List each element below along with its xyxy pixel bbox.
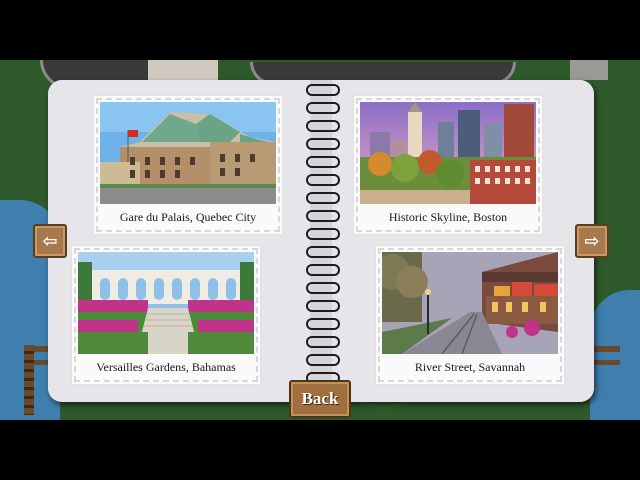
postcard-river-street[interactable]: River Street, Savannah: [376, 246, 564, 384]
next-page-button[interactable]: ⇨: [575, 224, 609, 258]
building: [570, 60, 608, 80]
postcard-photo: [382, 252, 558, 354]
spiral-ring: [306, 156, 340, 168]
postcard-quebec[interactable]: Gare du Palais, Quebec City: [94, 96, 282, 234]
spiral-ring: [306, 174, 340, 186]
spiral-ring: [306, 264, 340, 276]
letterbox-top: [0, 0, 640, 60]
postcard-caption: Gare du Palais, Quebec City: [119, 210, 257, 224]
spiral-ring: [306, 192, 340, 204]
spiral-ring: [306, 300, 340, 312]
back-button[interactable]: Back: [289, 380, 351, 418]
postcard-boston[interactable]: Historic Skyline, Boston: [354, 96, 542, 234]
right-arrow-icon: ⇨: [584, 230, 600, 252]
spiral-ring: [306, 210, 340, 222]
left-arrow-icon: ⇦: [42, 230, 58, 252]
postcard-photo: [100, 102, 276, 204]
postcard-album: Gare du Palais, Quebec City Historic Sky…: [48, 80, 594, 402]
spiral-ring: [306, 84, 340, 96]
letterbox-bottom: [0, 420, 640, 480]
postcard-photo: [78, 252, 254, 354]
spiral-ring: [306, 318, 340, 330]
postcard-caption: Historic Skyline, Boston: [388, 210, 508, 224]
postcard-versailles-gardens[interactable]: Versailles Gardens, Bahamas: [72, 246, 260, 384]
spiral-ring: [306, 282, 340, 294]
spiral-ring: [306, 138, 340, 150]
water: [590, 290, 640, 420]
previous-page-button[interactable]: ⇦: [33, 224, 67, 258]
fence: [24, 345, 34, 415]
spiral-ring: [306, 354, 340, 366]
spiral-ring: [306, 246, 340, 258]
postcard-photo: [360, 102, 536, 204]
spiral-ring: [306, 102, 340, 114]
spiral-ring: [306, 120, 340, 132]
postcard-caption: Versailles Gardens, Bahamas: [96, 360, 236, 374]
spiral-ring: [306, 336, 340, 348]
spiral-ring: [306, 228, 340, 240]
postcard-caption: River Street, Savannah: [414, 360, 526, 374]
